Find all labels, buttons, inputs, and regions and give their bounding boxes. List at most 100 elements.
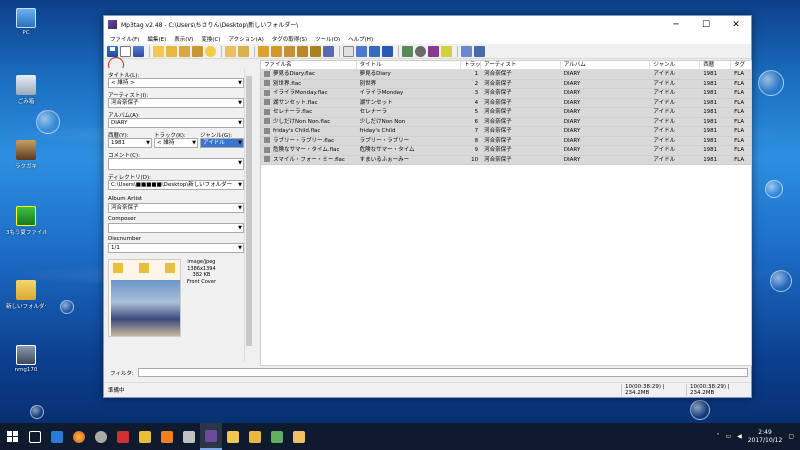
start-button[interactable] <box>0 423 24 450</box>
tag-panel-scrollbar[interactable] <box>244 68 252 362</box>
year-field[interactable]: 1981 ▼ <box>108 138 152 148</box>
tag-filename-icon[interactable] <box>258 45 269 57</box>
playlist-icon[interactable] <box>238 45 249 57</box>
chevron-down-icon[interactable]: ▼ <box>238 139 242 147</box>
menu-help[interactable]: ヘルプ(H) <box>344 35 377 43</box>
help-icon[interactable] <box>474 45 485 57</box>
menu-actions[interactable]: アクション(A) <box>224 35 267 43</box>
star-icon[interactable] <box>205 45 216 57</box>
tag-source-icon[interactable] <box>441 45 452 57</box>
column-artist[interactable]: アーティスト <box>481 61 561 69</box>
taskbar-photos[interactable] <box>266 423 288 450</box>
table-row[interactable]: スマイル・フォー・ミー.flac すまいるふぉーみー 10 河合奈保子 DIARY アイド… <box>261 155 751 165</box>
task-view-button[interactable] <box>24 423 46 450</box>
volume-icon[interactable]: ◀ <box>737 433 742 440</box>
taskbar-edge[interactable] <box>46 423 68 450</box>
musicbrainz-icon[interactable] <box>428 45 439 57</box>
taskbar-app-files[interactable] <box>288 423 310 450</box>
folder-icon[interactable] <box>179 45 190 57</box>
taskbar-app-gray[interactable] <box>178 423 200 450</box>
taskbar-settings[interactable] <box>90 423 112 450</box>
menu-convert[interactable]: 変換(C) <box>197 35 224 43</box>
track-field[interactable]: < 維持 ▼ <box>154 138 198 148</box>
menu-tools[interactable]: ツール(O) <box>311 35 344 43</box>
table-row[interactable]: 夢見るDiary.flac 夢見るDiary 1 河合奈保子 DIARY アイドル 1981… <box>261 70 751 80</box>
chevron-down-icon[interactable]: ▼ <box>238 181 242 189</box>
chevron-down-icon[interactable]: ▼ <box>238 204 242 212</box>
action-list-icon[interactable] <box>382 45 393 57</box>
column-year[interactable]: 西暦 <box>700 61 732 69</box>
table-row[interactable]: 少しだけNon Non.flac 少しだけNon Non 6 河合奈保子 DIARY アイ… <box>261 117 751 127</box>
artist-field[interactable]: 河合奈保子 ▼ <box>108 98 244 108</box>
column-album[interactable]: アルバム <box>561 61 651 69</box>
title-bar[interactable]: Mp3tag v2.48 - C:\Users\ちさりん\Desktop\新しい… <box>104 16 751 33</box>
save-icon[interactable] <box>107 45 118 57</box>
add-folder-icon[interactable] <box>166 45 177 57</box>
chevron-up-icon[interactable]: ˄ <box>716 433 719 440</box>
genre-field[interactable]: アイドル ▼ <box>200 138 244 148</box>
directory-field[interactable]: C:\Users\■■■■■\Desktop\新しいフォルダー ▼ <box>108 180 244 190</box>
taskbar-browser[interactable] <box>68 423 90 450</box>
desktop-icon-image[interactable]: nmg170 <box>6 345 46 373</box>
album-field[interactable]: DIARY ▼ <box>108 118 244 128</box>
notification-icon[interactable]: ▢ <box>788 433 794 440</box>
discogs-icon[interactable] <box>415 45 426 57</box>
chevron-down-icon[interactable]: ▼ <box>146 139 150 147</box>
chevron-down-icon[interactable]: ▼ <box>238 224 242 232</box>
favorites-folder-icon[interactable] <box>192 45 203 57</box>
clock[interactable]: 2:49 2017/10/12 <box>748 429 783 445</box>
freedb-icon[interactable] <box>402 45 413 57</box>
menu-tag-sources[interactable]: タグの取得(S) <box>268 35 311 43</box>
minimize-button[interactable]: ─ <box>661 16 691 33</box>
options-icon[interactable] <box>461 45 472 57</box>
chevron-down-icon[interactable]: ▼ <box>238 99 242 107</box>
chevron-down-icon[interactable]: ▼ <box>238 159 242 167</box>
title-field[interactable]: < 維持 > ▼ <box>108 78 244 88</box>
table-row[interactable]: ラブリー・ラブリー.flac ラブリー・ラブリー 8 河合奈保子 DIARY アイドル 19… <box>261 136 751 146</box>
table-row[interactable]: 危険なサマー・タイム.flac 危険なサマー・タイム 9 河合奈保子 DIARY アイドル… <box>261 146 751 156</box>
column-filename[interactable]: ファイル名 <box>261 61 357 69</box>
column-tag[interactable]: タグ <box>731 61 751 69</box>
discnumber-field[interactable]: 1/1 ▼ <box>108 243 244 253</box>
tag-tag-icon[interactable] <box>310 45 321 57</box>
taskbar-mp3tag[interactable] <box>200 423 222 450</box>
filename-filename-icon[interactable] <box>284 45 295 57</box>
edit-icon[interactable] <box>343 45 354 57</box>
column-track[interactable]: トラック <box>461 61 482 69</box>
column-title[interactable]: タイトル <box>357 61 462 69</box>
composer-field[interactable]: ▼ <box>108 223 244 233</box>
table-row[interactable]: セレナーラ.flac セレナーラ 5 河合奈保子 DIARY アイドル 1981 FLA <box>261 108 751 118</box>
maximize-button[interactable]: ☐ <box>691 16 721 33</box>
action-group-icon[interactable] <box>369 45 380 57</box>
network-icon[interactable]: ▭ <box>725 433 731 440</box>
open-folder-icon[interactable] <box>153 45 164 57</box>
album-artist-field[interactable]: 河合奈保子 ▼ <box>108 203 244 213</box>
scrollbar-thumb[interactable] <box>246 76 252 346</box>
taskbar-app-folder[interactable] <box>244 423 266 450</box>
taskbar-app-red[interactable] <box>112 423 134 450</box>
remove-tag-icon[interactable] <box>120 45 131 57</box>
filter-input[interactable] <box>138 368 748 377</box>
menu-edit[interactable]: 編集(E) <box>143 35 170 43</box>
close-button[interactable]: ✕ <box>721 16 751 33</box>
taskbar-vlc[interactable] <box>156 423 178 450</box>
chevron-down-icon[interactable]: ▼ <box>238 244 242 252</box>
comment-field[interactable]: ▼ <box>108 158 244 170</box>
desktop-icon-folder[interactable]: 新しいフォルダー <box>6 280 46 310</box>
desktop-icon-text-file[interactable]: 3もう夏ファイル <box>6 206 46 236</box>
filename-tag-icon[interactable] <box>271 45 282 57</box>
menu-file[interactable]: ファイル(F) <box>106 35 143 43</box>
undo-icon[interactable] <box>133 45 144 57</box>
chevron-down-icon[interactable]: ▼ <box>238 79 242 87</box>
cover-art[interactable] <box>108 259 181 337</box>
taskbar-explorer[interactable] <box>222 423 244 450</box>
export-icon[interactable] <box>225 45 236 57</box>
case-convert-icon[interactable] <box>323 45 334 57</box>
table-row[interactable]: 別世界.flac 別世界 2 河合奈保子 DIARY アイドル 1981 FLA <box>261 79 751 89</box>
table-row[interactable]: 湖サンセット.flac 湖サンセット 4 河合奈保子 DIARY アイドル 1981 FLA <box>261 98 751 108</box>
chevron-down-icon[interactable]: ▼ <box>192 139 196 147</box>
taskbar-app-yellow[interactable] <box>134 423 156 450</box>
desktop-icon-recycle-bin[interactable]: ごみ箱 <box>6 75 46 105</box>
menu-view[interactable]: 表示(V) <box>170 35 197 43</box>
chevron-down-icon[interactable]: ▼ <box>238 119 242 127</box>
